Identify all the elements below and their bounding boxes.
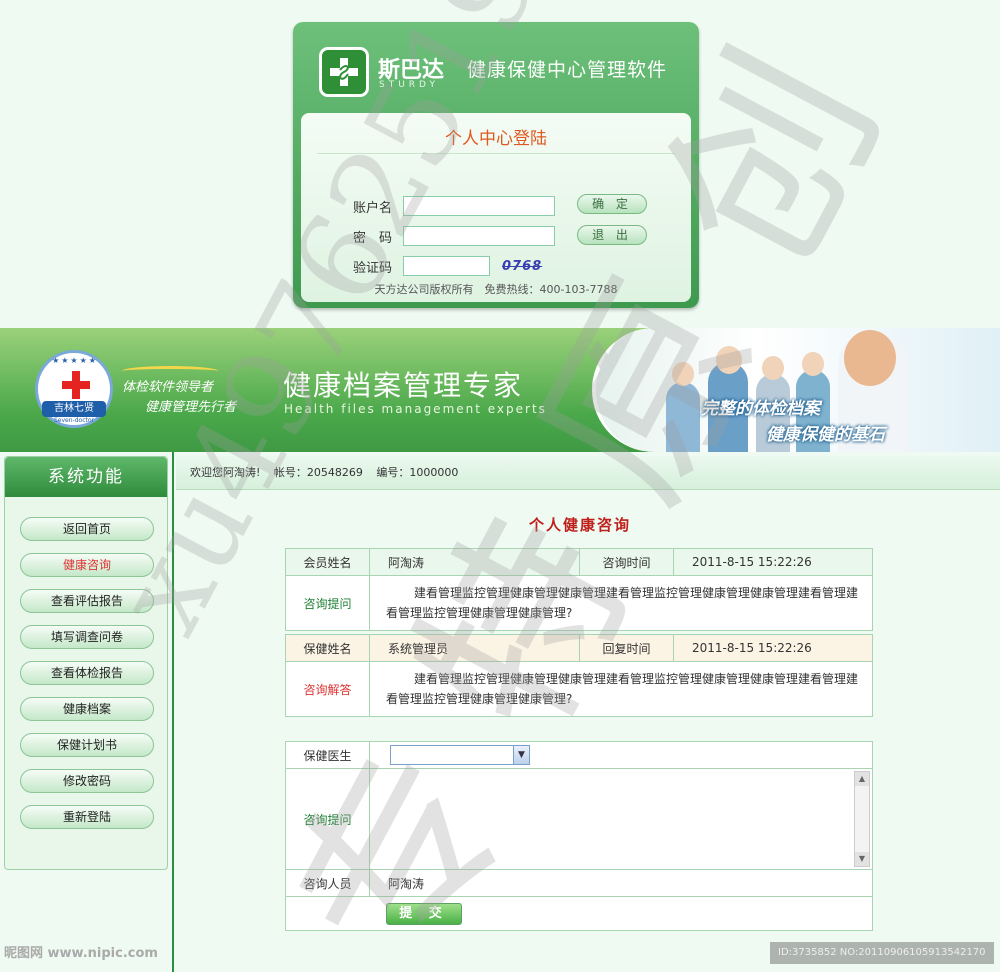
question-textarea-cell: ▲ ▼ — [369, 768, 873, 870]
question-label: 咨询提问 — [285, 575, 370, 631]
sidebar-item-change-password[interactable]: 修改密码 — [20, 769, 154, 793]
question-textarea[interactable] — [370, 769, 872, 869]
sidebar-divider — [172, 452, 174, 972]
question-table: 会员姓名 阿淘涛 咨询时间 2011-8-15 15:22:26 咨询提问 建看… — [285, 548, 873, 631]
banner-subtitle: Health files management experts — [284, 402, 547, 416]
welcome-account: 帐号：20548269 — [273, 466, 363, 479]
account-input[interactable] — [403, 196, 555, 216]
exit-button[interactable]: 退 出 — [577, 225, 647, 245]
consult-time: 2011-8-15 15:22:26 — [673, 548, 873, 576]
head — [672, 362, 694, 386]
sidebar: 系统功能 返回首页 健康咨询 查看评估报告 填写调查问卷 查看体检报告 健康档案… — [4, 456, 168, 870]
slogan-1: 体检软件领导者 — [122, 380, 214, 395]
sidebar-item-assessment-report[interactable]: 查看评估报告 — [20, 589, 154, 613]
reply-time: 2011-8-15 15:22:26 — [673, 634, 873, 662]
account-row: 账户名 — [353, 195, 555, 217]
password-label: 密 码 — [353, 230, 393, 246]
scroll-down-icon[interactable]: ▼ — [855, 852, 869, 866]
jilin-qixian-logo-icon: ★★★★★ 吉林七贤 Seven-doctor — [35, 350, 113, 428]
account-label: 账户名 — [353, 200, 393, 216]
captcha-row: 验证码 0768 — [353, 255, 542, 277]
scroll-up-icon[interactable]: ▲ — [855, 772, 869, 786]
photo-tag-2: 健康保健的基石 — [766, 425, 885, 445]
answer-text: 建看管理监控管理健康管理健康管理建看管理监控管理健康管理健康管理建看管理建看管理… — [369, 661, 873, 717]
question-text: 建看管理监控管理健康管理健康管理建看管理监控管理健康管理健康管理建看管理建看管理… — [369, 575, 873, 631]
page: 斯巴达 STURDY 健康保健中心管理软件 个人中心登陆 账户名 密 码 验证码… — [0, 0, 1000, 972]
sidebar-item-home[interactable]: 返回首页 — [20, 517, 154, 541]
reply-time-label: 回复时间 — [579, 634, 674, 662]
consult-form: 保健医生 ▼ 咨询提问 ▲ ▼ 咨询人员 阿淘涛 提 交 — [285, 741, 873, 931]
login-panel: 斯巴达 STURDY 健康保健中心管理软件 个人中心登陆 账户名 密 码 验证码… — [293, 22, 699, 308]
image-id-watermark: ID:3735852 NO:20110906105913542170 — [770, 942, 994, 964]
chevron-down-icon[interactable]: ▼ — [513, 746, 529, 764]
head — [716, 346, 742, 374]
swoosh-decoration — [122, 366, 218, 376]
captcha-image[interactable]: 0768 — [502, 259, 542, 274]
logo-en: Seven-doctor — [54, 417, 94, 424]
doctor-select-cell: ▼ — [369, 741, 873, 769]
head — [844, 330, 896, 386]
sidebar-item-care-plan[interactable]: 保健计划书 — [20, 733, 154, 757]
doctor-name: 系统管理员 — [369, 634, 580, 662]
answer-table: 保健姓名 系统管理员 回复时间 2011-8-15 15:22:26 咨询解答 … — [285, 634, 873, 717]
doctor-select-label: 保健医生 — [285, 741, 370, 769]
person-name: 阿淘涛 — [369, 869, 873, 897]
head — [762, 356, 784, 380]
captcha-input[interactable] — [403, 256, 490, 276]
sidebar-item-checkup-report[interactable]: 查看体检报告 — [20, 661, 154, 685]
member-label: 会员姓名 — [285, 548, 370, 576]
red-cross-icon — [62, 371, 90, 399]
doctor-figure — [666, 382, 700, 452]
doctors-photo: 完整的体检档案 健康保健的基石 — [592, 328, 1000, 452]
confirm-button[interactable]: 确 定 — [577, 194, 647, 214]
submit-cell: 提 交 — [369, 896, 873, 931]
welcome-bar: 欢迎您阿淘涛! 帐号：20548269 编号：1000000 — [176, 456, 1000, 490]
doctor-name-label: 保健姓名 — [285, 634, 370, 662]
new-question-label: 咨询提问 — [285, 768, 370, 870]
sidebar-title: 系统功能 — [5, 457, 167, 497]
banner-title: 健康档案管理专家 — [283, 369, 524, 402]
sidebar-item-survey[interactable]: 填写调查问卷 — [20, 625, 154, 649]
doctor-select[interactable]: ▼ — [390, 745, 530, 765]
login-footer: 天方达公司版权所有 免费热线：400-103-7788 — [374, 283, 618, 296]
submit-button[interactable]: 提 交 — [385, 902, 462, 925]
page-title: 个人健康咨询 — [528, 516, 631, 534]
stars-icon: ★★★★★ — [52, 356, 98, 365]
head — [802, 352, 824, 376]
login-brand-en: STURDY — [379, 80, 439, 90]
sturdy-logo-icon — [319, 47, 369, 97]
textarea-scrollbar[interactable]: ▲ ▼ — [854, 771, 870, 867]
captcha-label: 验证码 — [353, 260, 393, 276]
password-row: 密 码 — [353, 225, 555, 247]
login-title: 个人中心登陆 — [445, 129, 547, 149]
login-app-name: 健康保健中心管理软件 — [467, 59, 668, 81]
slogan-2: 健康管理先行者 — [145, 400, 237, 415]
answer-label: 咨询解答 — [285, 661, 370, 717]
logo-text: 吉林七贤 — [42, 401, 106, 417]
welcome-greeting: 欢迎您阿淘涛! — [190, 466, 261, 479]
nipic-watermark: 昵图网 www.nipic.com — [4, 946, 158, 961]
empty-cell — [285, 896, 370, 931]
consult-time-label: 咨询时间 — [579, 548, 674, 576]
sidebar-item-health-consult[interactable]: 健康咨询 — [20, 553, 154, 577]
person-label: 咨询人员 — [285, 869, 370, 897]
sidebar-item-relogin[interactable]: 重新登陆 — [20, 805, 154, 829]
login-form: 个人中心登陆 账户名 密 码 验证码 0768 确 定 退 出 天方达公司版权所… — [301, 113, 691, 302]
welcome-number: 编号：1000000 — [376, 466, 459, 479]
member-name: 阿淘涛 — [369, 548, 580, 576]
login-divider — [317, 153, 675, 154]
photo-tag-1: 完整的体检档案 — [701, 399, 820, 419]
header-banner: ★★★★★ 吉林七贤 Seven-doctor 体检软件领导者 健康管理先行者 … — [0, 328, 1000, 452]
sidebar-item-health-record[interactable]: 健康档案 — [20, 697, 154, 721]
password-input[interactable] — [403, 226, 555, 246]
